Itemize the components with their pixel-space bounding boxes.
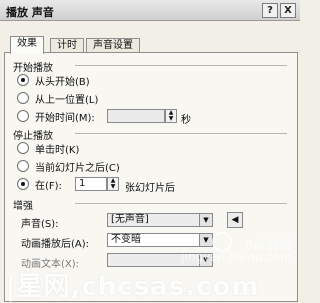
tab-timing[interactable]: 计时 bbox=[50, 38, 84, 53]
slide-count-spinner[interactable]: ▲ ▼ bbox=[107, 177, 119, 191]
stop-playback-divider bbox=[75, 133, 287, 134]
enhance-title: 增强 bbox=[13, 201, 33, 212]
radio-label: 开始时间(M): bbox=[35, 112, 95, 124]
radio-button[interactable] bbox=[17, 110, 29, 122]
speaker-icon: ◀ bbox=[231, 215, 239, 225]
window-title: 播放 声音 bbox=[6, 6, 54, 19]
help-button[interactable]: ? bbox=[262, 3, 278, 18]
dropdown-arrow-icon[interactable]: ▼ bbox=[199, 234, 212, 246]
tab-sound-settings-label: 声音设置 bbox=[93, 40, 133, 51]
radio-button[interactable] bbox=[17, 160, 29, 172]
radio-after-current-slide[interactable]: 当前幻灯片之后(C) bbox=[17, 159, 120, 174]
watermark-main: |星网,chcsas.com bbox=[6, 272, 260, 302]
after-animation-value: 不变暗 bbox=[111, 234, 141, 245]
radio-after-n-slides[interactable]: 在(F): bbox=[17, 177, 62, 192]
after-animation-label: 动画播放后(A): bbox=[21, 239, 90, 250]
spinner-down-icon[interactable]: ▼ bbox=[166, 116, 176, 122]
watermark-url: jingyan.baidu.com bbox=[181, 250, 292, 264]
start-time-input[interactable] bbox=[107, 109, 165, 123]
tab-effect-label: 效果 bbox=[17, 38, 37, 49]
sound-volume-button[interactable]: ◀ bbox=[227, 212, 243, 228]
radio-from-last-position[interactable]: 从上一位置(L) bbox=[17, 91, 99, 106]
radio-button[interactable] bbox=[17, 142, 29, 154]
spinner-down-icon[interactable]: ▼ bbox=[108, 184, 118, 190]
enhance-divider bbox=[75, 203, 287, 204]
start-playback-divider bbox=[75, 65, 287, 66]
tab-strip: 效果 计时 声音设置 bbox=[0, 20, 300, 54]
sound-label: 声音(S): bbox=[21, 219, 59, 230]
tab-timing-label: 计时 bbox=[57, 40, 77, 51]
sound-value: [无声音] bbox=[111, 214, 149, 225]
radio-start-from-beginning[interactable]: 从头开始(B) bbox=[17, 73, 90, 88]
radio-label: 当前幻灯片之后(C) bbox=[35, 162, 120, 174]
start-time-unit: 秒 bbox=[181, 115, 191, 126]
title-bar: 播放 声音 ? X bbox=[0, 0, 300, 21]
close-button[interactable]: X bbox=[280, 3, 296, 18]
dropdown-arrow-icon[interactable]: ▼ bbox=[199, 214, 212, 226]
radio-button[interactable] bbox=[17, 178, 29, 190]
radio-button[interactable] bbox=[17, 92, 29, 104]
slide-count-suffix: 张幻灯片后 bbox=[125, 183, 175, 194]
sound-dropdown[interactable]: [无声音] ▼ bbox=[107, 213, 213, 227]
effect-panel: 开始播放 从头开始(B) 从上一位置(L) 开始时间(M): ▲ ▼ 秒 停止播… bbox=[4, 52, 298, 302]
radio-label: 从头开始(B) bbox=[35, 76, 90, 88]
slide-count-input[interactable]: 1 bbox=[75, 177, 107, 191]
tab-sound-settings[interactable]: 声音设置 bbox=[86, 38, 140, 53]
radio-label: 单击时(K) bbox=[35, 144, 80, 156]
radio-label: 在(F): bbox=[35, 180, 62, 192]
after-animation-dropdown[interactable]: 不变暗 ▼ bbox=[107, 233, 213, 247]
radio-button[interactable] bbox=[17, 74, 29, 86]
radio-start-time[interactable]: 开始时间(M): bbox=[17, 109, 95, 124]
start-time-spinner[interactable]: ▲ ▼ bbox=[165, 109, 177, 123]
radio-label: 从上一位置(L) bbox=[35, 94, 99, 106]
radio-on-click[interactable]: 单击时(K) bbox=[17, 141, 80, 156]
watermark-logo-icon bbox=[212, 232, 232, 252]
tab-effect[interactable]: 效果 bbox=[10, 36, 44, 54]
